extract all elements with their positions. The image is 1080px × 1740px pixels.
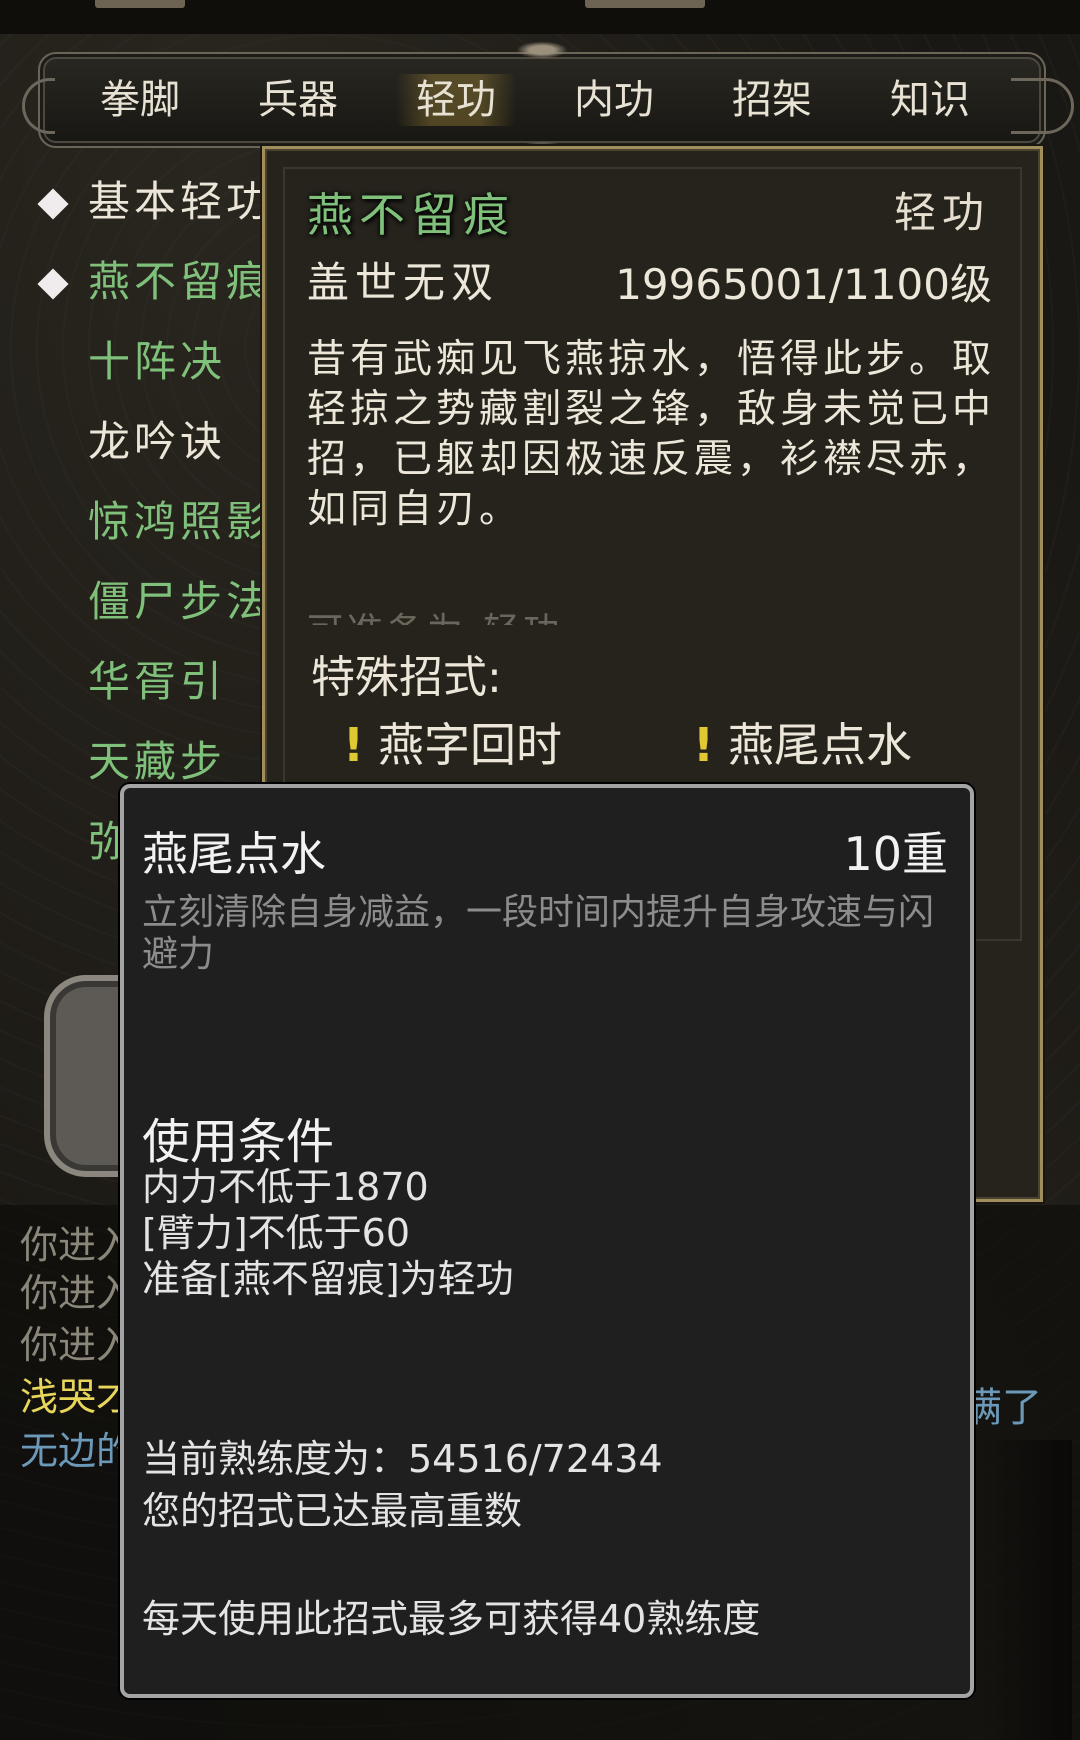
skill-name: 燕不留痕 — [307, 188, 515, 242]
tab-knowledge[interactable]: 知识 — [870, 74, 990, 126]
log-line: 你进入 — [20, 1271, 135, 1315]
skill-item[interactable]: 僵尸步法 — [88, 572, 263, 632]
special-move-item[interactable]: ! 燕字回时 — [343, 709, 562, 775]
skill-level: 19965001/1100级 — [615, 260, 992, 309]
tooltip-title: 燕尾点水 — [142, 827, 326, 881]
top-strip — [0, 0, 1080, 34]
tab-lightness[interactable]: 轻功 — [396, 74, 516, 126]
top-ornament — [512, 40, 572, 60]
special-moves-title: 特殊招式: — [311, 652, 502, 703]
log-line: 无边的 — [20, 1429, 135, 1473]
skill-item[interactable]: 基本轻功 — [88, 172, 263, 232]
tooltip-description: 立刻清除自身减益，一段时间内提升自身攻速与闪避力 — [142, 892, 935, 975]
log-line: 浅哭才 — [20, 1375, 135, 1419]
skill-item[interactable]: 龙吟诀 — [88, 412, 263, 472]
skill-item[interactable]: 华胥引 — [88, 652, 263, 712]
skill-prepare-note: 可准备为:轻功 — [307, 605, 563, 625]
skill-item[interactable]: 十阵决 — [88, 332, 263, 392]
move-tooltip: 燕尾点水 10重 立刻清除自身减益，一段时间内提升自身攻速与闪避力 使用条件 内… — [120, 784, 974, 1698]
daily-limit-note: 每天使用此招式最多可获得40熟练度 — [142, 1597, 761, 1641]
conditions-title: 使用条件 — [142, 1114, 335, 1170]
tab-weapon[interactable]: 兵器 — [238, 74, 358, 126]
shadow-edge — [982, 1440, 1072, 1740]
special-move-label: 燕字回时 — [377, 718, 562, 772]
right-swirl-ornament — [1011, 78, 1074, 134]
exclamation-icon: ! — [343, 718, 364, 772]
skill-category: 轻功 — [893, 188, 990, 237]
skill-description: 昔有武痴见飞燕掠水，悟得此步。取轻掠之势藏割裂之锋，敌身未觉已中招，已躯却因极速… — [307, 337, 996, 532]
special-move-label: 燕尾点水 — [727, 718, 912, 772]
log-line: 你进入 — [20, 1323, 135, 1367]
special-move-item[interactable]: ! 燕尾点水 — [693, 709, 912, 775]
proficiency-text: 当前熟练度为：54516/72434 — [142, 1437, 663, 1481]
exclamation-icon: ! — [693, 718, 714, 772]
skill-rank: 盖世无双 — [307, 258, 500, 307]
tab-fist[interactable]: 拳脚 — [80, 74, 200, 126]
max-level-note: 您的招式已达最高重数 — [142, 1489, 523, 1533]
category-tab-bar: 拳脚 兵器 轻功 内功 招架 知识 — [22, 40, 1074, 160]
tab-inner-force[interactable]: 内功 — [554, 74, 674, 126]
condition-item: [臂力]不低于60 — [142, 1211, 411, 1255]
log-line: 你进入 — [20, 1223, 135, 1267]
skill-item[interactable]: 惊鸿照影 — [88, 492, 263, 552]
log-line-fragment: 满了 — [962, 1385, 1042, 1431]
tooltip-level: 10重 — [843, 827, 948, 881]
condition-item: 准备[燕不留痕]为轻功 — [142, 1257, 514, 1301]
skill-item[interactable]: 燕不留痕 — [88, 252, 263, 312]
skill-item[interactable]: 天藏步 — [88, 732, 263, 792]
tab-parry[interactable]: 招架 — [712, 74, 832, 126]
condition-item: 内力不低于1870 — [142, 1165, 429, 1209]
